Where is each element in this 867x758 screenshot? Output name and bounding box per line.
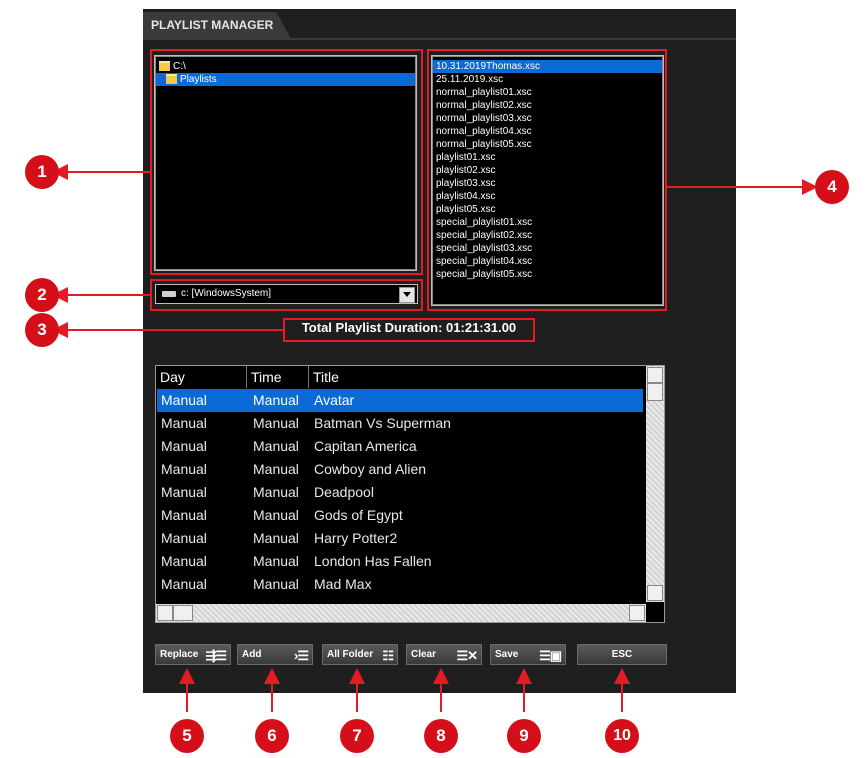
callout-10: 10: [605, 719, 639, 753]
callout-1: 1: [25, 155, 59, 189]
callout-2: 2: [25, 278, 59, 312]
callout-5: 5: [170, 719, 204, 753]
callout-arrows: [52, 164, 818, 712]
callout-9: 9: [507, 719, 541, 753]
callout-7: 7: [340, 719, 374, 753]
callout-8: 8: [424, 719, 458, 753]
callout-6: 6: [255, 719, 289, 753]
callout-3: 3: [25, 313, 59, 347]
callout-4: 4: [815, 170, 849, 204]
